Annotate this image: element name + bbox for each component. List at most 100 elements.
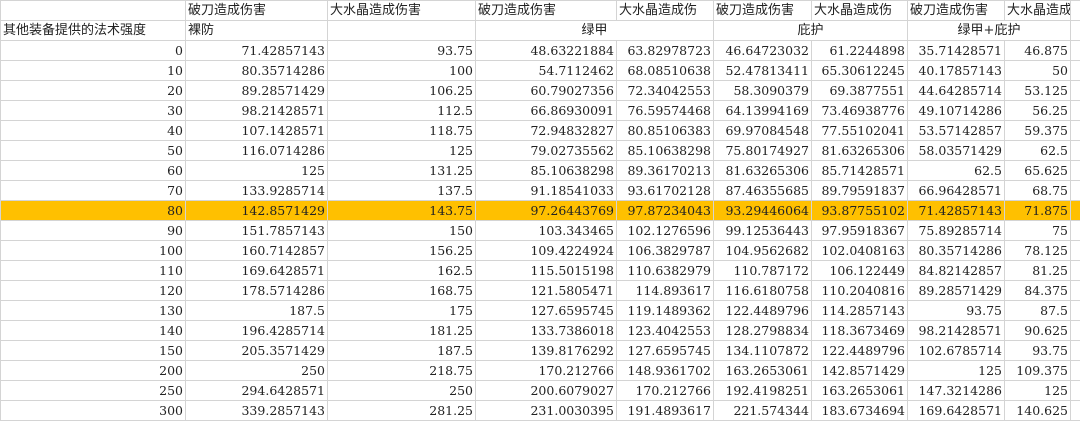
shelter-blade-cell[interactable]: 46.64723032 — [713, 40, 812, 61]
edge-cell[interactable] — [1070, 160, 1080, 181]
combo-crystal-cell[interactable]: 93.75 — [1004, 340, 1071, 361]
combo-crystal-cell[interactable]: 78.125 — [1004, 240, 1071, 261]
green-crystal-cell[interactable]: 127.6595745 — [616, 340, 714, 361]
combo-blade-cell[interactable]: 49.10714286 — [907, 100, 1005, 121]
combo-crystal-cell[interactable]: 125 — [1004, 380, 1071, 401]
combo-crystal-cell[interactable]: 59.375 — [1004, 120, 1071, 141]
combo-blade-cell[interactable]: 58.03571429 — [907, 140, 1005, 161]
green-crystal-cell[interactable]: 68.08510638 — [616, 60, 714, 81]
shelter-crystal-cell[interactable]: 61.2244898 — [811, 40, 908, 61]
green-blade-cell[interactable]: 133.7386018 — [475, 320, 617, 341]
bare-blade-cell[interactable]: 169.6428571 — [185, 260, 328, 281]
green-crystal-cell[interactable]: 63.82978723 — [616, 40, 714, 61]
bare-crystal-cell[interactable]: 168.75 — [327, 280, 476, 301]
combo-crystal-cell[interactable]: 81.25 — [1004, 260, 1071, 281]
edge-cell[interactable] — [1070, 100, 1080, 121]
bare-crystal-cell[interactable]: 150 — [327, 220, 476, 241]
green-blade-cell[interactable]: 109.4224924 — [475, 240, 617, 261]
bare-blade-cell[interactable]: 178.5714286 — [185, 280, 328, 301]
combo-crystal-cell[interactable]: 65.625 — [1004, 160, 1071, 181]
edge-cell[interactable] — [1070, 20, 1080, 41]
shelter-crystal-cell[interactable]: 65.30612245 — [811, 60, 908, 81]
spell-power-cell[interactable]: 10 — [0, 60, 186, 81]
bare-blade-cell[interactable]: 98.21428571 — [185, 100, 328, 121]
shelter-blade-cell[interactable]: 58.3090379 — [713, 80, 812, 101]
shelter-crystal-cell[interactable]: 89.79591837 — [811, 180, 908, 201]
bare-blade-cell[interactable]: 142.8571429 — [185, 200, 328, 221]
spell-power-cell[interactable]: 0 — [0, 40, 186, 61]
bare-blade-cell[interactable]: 187.5 — [185, 300, 328, 321]
header-cell-damage-blade[interactable]: 破刀造成伤害 — [185, 0, 328, 21]
combo-crystal-cell[interactable]: 56.25 — [1004, 100, 1071, 121]
bare-crystal-cell[interactable]: 281.25 — [327, 400, 476, 421]
combo-blade-cell[interactable]: 84.82142857 — [907, 260, 1005, 281]
shelter-blade-cell[interactable]: 163.2653061 — [713, 360, 812, 381]
spell-power-cell[interactable]: 70 — [0, 180, 186, 201]
bare-blade-cell[interactable]: 133.9285714 — [185, 180, 328, 201]
shelter-blade-cell[interactable]: 52.47813411 — [713, 60, 812, 81]
shelter-crystal-cell[interactable]: 81.63265306 — [811, 140, 908, 161]
combo-blade-cell[interactable]: 89.28571429 — [907, 280, 1005, 301]
combo-blade-cell[interactable]: 98.21428571 — [907, 320, 1005, 341]
shelter-crystal-cell[interactable]: 69.3877551 — [811, 80, 908, 101]
green-blade-cell[interactable]: 200.6079027 — [475, 380, 617, 401]
shelter-crystal-cell[interactable]: 110.2040816 — [811, 280, 908, 301]
bare-blade-cell[interactable]: 151.7857143 — [185, 220, 328, 241]
green-crystal-cell[interactable]: 106.3829787 — [616, 240, 714, 261]
edge-cell[interactable] — [1070, 180, 1080, 201]
combo-blade-cell[interactable]: 44.64285714 — [907, 80, 1005, 101]
combo-crystal-cell[interactable]: 140.625 — [1004, 400, 1071, 421]
header-cell-damage-blade[interactable]: 破刀造成伤害 — [907, 0, 1005, 21]
empty-cell[interactable] — [327, 20, 476, 41]
bare-crystal-cell[interactable]: 131.25 — [327, 160, 476, 181]
spell-power-cell[interactable]: 200 — [0, 360, 186, 381]
green-crystal-cell[interactable]: 191.4893617 — [616, 400, 714, 421]
spell-power-cell[interactable]: 150 — [0, 340, 186, 361]
spell-power-cell[interactable]: 50 — [0, 140, 186, 161]
combo-crystal-cell[interactable]: 71.875 — [1004, 200, 1071, 221]
bare-crystal-cell[interactable]: 112.5 — [327, 100, 476, 121]
green-crystal-cell[interactable]: 93.61702128 — [616, 180, 714, 201]
green-crystal-cell[interactable]: 89.36170213 — [616, 160, 714, 181]
green-blade-cell[interactable]: 72.94832827 — [475, 120, 617, 141]
combo-blade-cell[interactable]: 102.6785714 — [907, 340, 1005, 361]
shelter-blade-cell[interactable]: 99.12536443 — [713, 220, 812, 241]
green-blade-cell[interactable]: 60.79027356 — [475, 80, 617, 101]
edge-cell[interactable] — [1070, 300, 1080, 321]
shelter-crystal-cell[interactable]: 102.0408163 — [811, 240, 908, 261]
bare-blade-cell[interactable]: 107.1428571 — [185, 120, 328, 141]
green-blade-cell[interactable]: 91.18541033 — [475, 180, 617, 201]
green-crystal-cell[interactable]: 148.9361702 — [616, 360, 714, 381]
edge-cell[interactable] — [1070, 80, 1080, 101]
green-blade-cell[interactable]: 170.212766 — [475, 360, 617, 381]
green-blade-cell[interactable]: 115.5015198 — [475, 260, 617, 281]
combo-blade-cell[interactable]: 35.71428571 — [907, 40, 1005, 61]
edge-cell[interactable] — [1070, 280, 1080, 301]
bare-blade-cell[interactable]: 294.6428571 — [185, 380, 328, 401]
shelter-crystal-cell[interactable]: 114.2857143 — [811, 300, 908, 321]
spell-power-cell[interactable]: 40 — [0, 120, 186, 141]
shelter-crystal-cell[interactable]: 118.3673469 — [811, 320, 908, 341]
green-blade-cell[interactable]: 139.8176292 — [475, 340, 617, 361]
shelter-blade-cell[interactable]: 69.97084548 — [713, 120, 812, 141]
combo-crystal-cell[interactable]: 84.375 — [1004, 280, 1071, 301]
shelter-crystal-cell[interactable]: 183.6734694 — [811, 400, 908, 421]
shelter-blade-cell[interactable]: 192.4198251 — [713, 380, 812, 401]
combo-blade-cell[interactable]: 75.89285714 — [907, 220, 1005, 241]
green-crystal-cell[interactable]: 80.85106383 — [616, 120, 714, 141]
bare-blade-cell[interactable]: 125 — [185, 160, 328, 181]
edge-cell[interactable] — [1070, 400, 1080, 421]
bare-blade-cell[interactable]: 116.0714286 — [185, 140, 328, 161]
edge-cell[interactable] — [1070, 40, 1080, 61]
group-label-shelter[interactable]: 庇护 — [713, 20, 908, 41]
shelter-blade-cell[interactable]: 81.63265306 — [713, 160, 812, 181]
edge-cell[interactable] — [1070, 60, 1080, 81]
bare-blade-cell[interactable]: 71.42857143 — [185, 40, 328, 61]
bare-crystal-cell[interactable]: 218.75 — [327, 360, 476, 381]
green-blade-cell[interactable]: 54.7112462 — [475, 60, 617, 81]
spell-power-cell[interactable]: 80 — [0, 200, 186, 221]
shelter-blade-cell[interactable]: 116.6180758 — [713, 280, 812, 301]
spell-power-cell[interactable]: 90 — [0, 220, 186, 241]
green-crystal-cell[interactable]: 114.893617 — [616, 280, 714, 301]
edge-cell[interactable] — [1070, 120, 1080, 141]
